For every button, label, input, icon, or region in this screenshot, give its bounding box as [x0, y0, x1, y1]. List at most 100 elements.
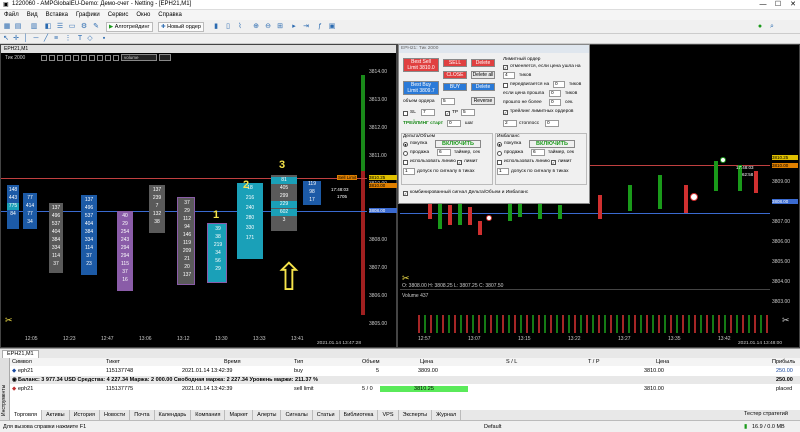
- lo-time-input[interactable]: 0: [549, 99, 561, 106]
- left-chart[interactable]: EPH21,M1 Тик 2000 volume 3814.00 3813.00…: [0, 44, 397, 348]
- delete-all-button[interactable]: Delete all: [471, 71, 495, 79]
- crosshair-icon[interactable]: ✛: [12, 35, 20, 43]
- delta-ticks-input[interactable]: 1: [403, 168, 415, 175]
- reverse-button[interactable]: Reverse: [471, 97, 495, 105]
- delete-sell-button[interactable]: Delete: [471, 59, 495, 67]
- cluster-btn-1[interactable]: [41, 55, 47, 61]
- delta-enable-button[interactable]: ВКЛЮЧИТЬ: [435, 140, 481, 148]
- tab-assets[interactable]: Активы: [42, 410, 70, 420]
- cluster-btn-6[interactable]: [81, 55, 87, 61]
- autoscroll-icon[interactable]: ▸: [290, 23, 298, 31]
- sell-button[interactable]: SELL: [443, 59, 467, 67]
- col-ticket[interactable]: Тикет: [106, 358, 120, 366]
- fibo-icon[interactable]: ⋮: [64, 35, 72, 43]
- col-sl[interactable]: S / L: [506, 358, 517, 366]
- scissors-icon[interactable]: ✂: [5, 315, 13, 326]
- period-m1-icon[interactable]: ▪: [100, 35, 108, 43]
- menu-file[interactable]: Файл: [4, 10, 19, 20]
- zoom-in-icon[interactable]: ⊕: [252, 23, 260, 31]
- strategy-tester-button[interactable]: Тестер стратегий: [744, 411, 788, 417]
- tp-input[interactable]: 5: [461, 109, 475, 116]
- menu-insert[interactable]: Вставка: [46, 10, 68, 20]
- bar-chart-icon[interactable]: ▮: [212, 23, 220, 31]
- lo-cancel-input[interactable]: 4: [503, 72, 515, 79]
- tab-trade[interactable]: Торговля: [10, 410, 42, 420]
- account-icon[interactable]: ●: [756, 23, 764, 31]
- best-sell-button[interactable]: Best Sell Limit 3810.0: [403, 58, 439, 72]
- tester-icon[interactable]: ⚙: [80, 23, 88, 31]
- tab-calendar[interactable]: Календарь: [155, 410, 192, 420]
- menu-help[interactable]: Справка: [158, 10, 182, 20]
- search-icon[interactable]: ⌕: [768, 23, 776, 31]
- cluster-btn-10[interactable]: [113, 55, 119, 61]
- market-watch-icon[interactable]: ▥: [30, 23, 38, 31]
- col-price[interactable]: Цена: [420, 358, 433, 366]
- col-profit[interactable]: Прибыль: [772, 358, 795, 366]
- col-volume[interactable]: Объем: [362, 358, 380, 366]
- volume-select-2[interactable]: [159, 54, 171, 61]
- tab-articles[interactable]: Статьи: [313, 410, 340, 420]
- delta-buy-radio[interactable]: ●: [403, 142, 408, 147]
- col-type[interactable]: Тип: [294, 358, 303, 366]
- toolbox-label[interactable]: Инструменты: [1, 385, 7, 416]
- tab-news[interactable]: Новости: [100, 410, 131, 420]
- delete-buy-button[interactable]: Delete: [471, 83, 495, 91]
- menu-window[interactable]: Окно: [136, 10, 150, 20]
- editor-icon[interactable]: ✎: [92, 23, 100, 31]
- profiles-icon[interactable]: ▤: [14, 23, 22, 31]
- imb-timer-input[interactable]: 6: [531, 149, 545, 156]
- templates-icon[interactable]: ▣: [328, 23, 336, 31]
- cluster-btn-9[interactable]: [105, 55, 111, 61]
- chart-shift-icon[interactable]: ⇥: [302, 23, 310, 31]
- table-row[interactable]: ◆ eph21 115137775 2021.01.14 13:42:39 se…: [10, 385, 800, 393]
- scissors-icon[interactable]: ✂: [782, 315, 790, 326]
- indicators-icon[interactable]: ƒ: [316, 23, 324, 31]
- line-chart-icon[interactable]: ⌇: [236, 23, 244, 31]
- tab-signals[interactable]: Сигналы: [281, 410, 313, 420]
- tab-company[interactable]: Компания: [191, 410, 226, 420]
- tab-history[interactable]: История: [70, 410, 100, 420]
- new-order-button[interactable]: ✚ Новый ордер: [158, 22, 204, 32]
- tp-checkbox[interactable]: ✓: [445, 111, 450, 116]
- sl-input[interactable]: 7: [421, 109, 435, 116]
- lo-move-input[interactable]: 0: [553, 81, 565, 88]
- imb-sell-radio[interactable]: [497, 151, 502, 156]
- menu-tools[interactable]: Сервис: [108, 10, 129, 20]
- cursor-icon[interactable]: ↖: [2, 35, 10, 43]
- tab-journal[interactable]: Журнал: [432, 410, 462, 420]
- combined-signal-checkbox[interactable]: ✓: [403, 191, 408, 196]
- cluster-btn-7[interactable]: [89, 55, 95, 61]
- imb-limit-checkbox[interactable]: ✓: [551, 160, 556, 165]
- cluster-btn-4[interactable]: [65, 55, 71, 61]
- delta-limit-checkbox[interactable]: ✓: [457, 160, 462, 165]
- navigator-icon[interactable]: ◧: [44, 23, 52, 31]
- col-current-price[interactable]: Цена: [656, 358, 669, 366]
- tab-experts[interactable]: Эксперты: [399, 410, 433, 420]
- shapes-icon[interactable]: ◇: [86, 35, 94, 43]
- maximize-button[interactable]: ☐: [771, 0, 785, 10]
- terminal-icon[interactable]: ▭: [68, 23, 76, 31]
- stoploss-input[interactable]: 0: [545, 120, 559, 127]
- best-buy-button[interactable]: Best Buy Limit 3809.7: [403, 81, 439, 95]
- tile-icon[interactable]: ⊞: [276, 23, 284, 31]
- delta-sell-radio[interactable]: [403, 151, 408, 156]
- trendline-icon[interactable]: ╱: [42, 35, 50, 43]
- table-row[interactable]: ◆ eph21 115137748 2021.01.14 13:42:39 bu…: [10, 367, 800, 375]
- tab-market[interactable]: Маркет: [225, 410, 254, 420]
- col-tp[interactable]: T / P: [588, 358, 600, 366]
- hline-icon[interactable]: ─: [32, 35, 40, 43]
- col-symbol[interactable]: Символ: [12, 358, 32, 366]
- cluster-btn-2[interactable]: [49, 55, 55, 61]
- lo-passed-input[interactable]: 0: [549, 90, 561, 97]
- scissors-icon[interactable]: ✂: [402, 273, 410, 284]
- tab-vps[interactable]: VPS: [378, 410, 399, 420]
- close-position-button[interactable]: CLOSE: [443, 71, 467, 79]
- algo-trading-button[interactable]: ▶ Алготрейдинг: [106, 22, 153, 32]
- delta-use-line-checkbox[interactable]: [403, 160, 408, 165]
- tab-mailbox[interactable]: Почта: [130, 410, 155, 420]
- volume-select[interactable]: volume: [121, 54, 157, 61]
- data-window-icon[interactable]: ☰: [56, 23, 64, 31]
- new-chart-icon[interactable]: ▦: [3, 23, 11, 31]
- menu-view[interactable]: Вид: [27, 10, 38, 20]
- imb-use-line-checkbox[interactable]: [497, 160, 502, 165]
